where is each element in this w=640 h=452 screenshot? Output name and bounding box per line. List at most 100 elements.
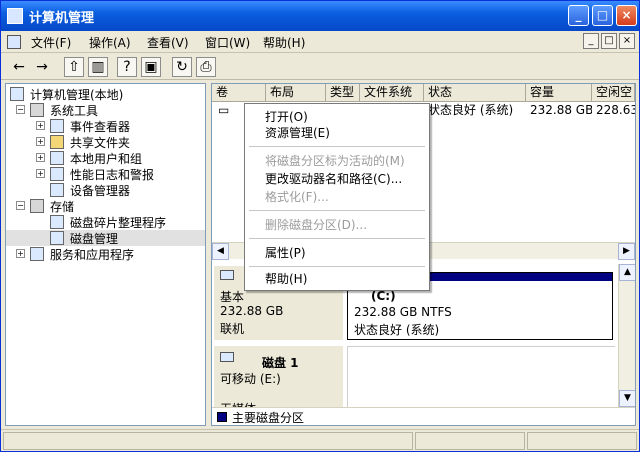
tree-performance-logs-label: 性能日志和警报 (70, 168, 155, 182)
context-delete-partition-item: 删除磁盘分区(D)... (265, 218, 368, 232)
menu-window[interactable]: 窗口(W) (205, 34, 250, 51)
removable-disk-icon (220, 352, 234, 362)
disk0-type: 基本 (220, 290, 245, 304)
tree-storage-label: 存储 (50, 200, 75, 214)
mdi-restore-button[interactable]: □ (601, 33, 617, 49)
tree-system-tools[interactable]: − 系统工具 (6, 102, 205, 118)
volume-free-space: 228.63 (596, 103, 635, 117)
computer-icon (10, 87, 24, 101)
partition-status: 状态良好 (系统) (354, 323, 440, 337)
expand-icon[interactable]: + (36, 137, 45, 146)
tree-local-users[interactable]: + 本地用户和组 (6, 150, 205, 166)
column-file-system-header[interactable]: 文件系统 (360, 84, 424, 102)
tree-defrag-label: 磁盘碎片整理程序 (70, 216, 167, 230)
tree-device-manager-label: 设备管理器 (70, 184, 131, 198)
window-title: 计算机管理 (29, 11, 95, 26)
back-icon[interactable]: ← (9, 57, 29, 77)
status-panel-main (3, 432, 413, 450)
scroll-up-button[interactable]: ▲ (619, 264, 635, 281)
column-status-header[interactable]: 状态 (424, 84, 526, 102)
partition-size: 232.88 GB NTFS (354, 305, 452, 319)
disk-icon (220, 270, 234, 280)
tree-system-tools-label: 系统工具 (50, 104, 99, 118)
legend-bar: 主要磁盘分区 (212, 407, 635, 425)
minimize-button[interactable]: _ (568, 5, 589, 26)
tree-defrag[interactable]: 磁盘碎片整理程序 (6, 214, 205, 230)
title-bar[interactable]: 计算机管理 _ □ × (1, 1, 639, 31)
column-layout-header[interactable]: 布局 (266, 84, 326, 102)
menu-view[interactable]: 查看(V) (147, 34, 189, 51)
column-free-space-header[interactable]: 空闲空 (592, 84, 635, 102)
context-separator (249, 210, 425, 211)
disk1-title: 磁盘 1 (262, 356, 299, 370)
expand-icon[interactable]: + (36, 121, 45, 130)
context-change-drive-letter-item[interactable]: 更改驱动器名和路径(C)... (265, 170, 402, 188)
context-properties-item[interactable]: 属性(P) (265, 244, 306, 262)
context-separator (249, 266, 425, 267)
tree-device-manager[interactable]: 设备管理器 (6, 182, 205, 198)
tree-performance-logs[interactable]: + 性能日志和警报 (6, 166, 205, 182)
performance-icon (50, 167, 64, 181)
help-icon[interactable]: ? (117, 57, 137, 77)
primary-partition-legend-label: 主要磁盘分区 (232, 411, 305, 425)
mdi-close-button[interactable]: × (619, 33, 635, 49)
status-bar (1, 429, 639, 451)
menu-help[interactable]: 帮助(H) (263, 34, 305, 51)
close-button[interactable]: × (616, 5, 637, 26)
vertical-scrollbar[interactable]: ▲ ▼ (618, 264, 635, 407)
properties-icon[interactable]: ▣ (141, 57, 161, 77)
toolbar: ← → ⇧ ▥ ? ▣ ↻ ⎙ (1, 54, 639, 80)
partition-name: (C:) (371, 289, 396, 303)
column-capacity-header[interactable]: 容量 (526, 84, 592, 102)
expand-icon[interactable]: + (16, 249, 25, 258)
mdi-minimize-button[interactable]: _ (583, 33, 599, 49)
tree-shared-folders-label: 共享文件夹 (70, 136, 131, 150)
tree-event-viewer-label: 事件查看器 (70, 120, 131, 134)
tree-event-viewer[interactable]: + 事件查看器 (6, 118, 205, 134)
context-explore-item[interactable]: 资源管理(E) (265, 124, 330, 142)
computer-management-icon (7, 8, 23, 24)
expand-icon[interactable]: + (36, 153, 45, 162)
disk0-size: 232.88 GB (220, 304, 284, 318)
volume-capacity: 232.88 GB (530, 103, 592, 117)
context-mark-active-item: 将磁盘分区标为活动的(M) (265, 154, 405, 168)
tree-shared-folders[interactable]: + 共享文件夹 (6, 134, 205, 150)
forward-icon[interactable]: → (32, 57, 52, 77)
defrag-icon (50, 215, 64, 229)
tree-local-users-label: 本地用户和组 (70, 152, 143, 166)
collapse-icon[interactable]: − (16, 105, 25, 114)
export-list-icon[interactable]: ⎙ (196, 57, 216, 77)
column-type-header[interactable]: 类型 (326, 84, 360, 102)
tree-services-label: 服务和应用程序 (50, 248, 135, 262)
disk-management-icon (50, 231, 64, 245)
event-viewer-icon (50, 119, 64, 133)
storage-icon (30, 199, 44, 213)
tree-root[interactable]: 计算机管理(本地) (6, 86, 205, 102)
context-help-item[interactable]: 帮助(H) (265, 270, 307, 288)
menu-bar: 文件(F) 操作(A) 查看(V) 窗口(W) 帮助(H) _ □ × (1, 31, 639, 53)
context-format-item: 格式化(F)... (265, 190, 329, 204)
scroll-right-button[interactable]: ▶ (618, 243, 635, 260)
scroll-left-button[interactable]: ◀ (212, 243, 229, 260)
partition-context-menu: 打开(O) 资源管理(E) 将磁盘分区标为活动的(M) 更改驱动器名和路径(C)… (244, 103, 430, 291)
users-icon (50, 151, 64, 165)
disk1-type: 可移动 (E:) (220, 372, 281, 386)
tree-disk-management[interactable]: 磁盘管理 (6, 230, 205, 246)
scroll-down-button[interactable]: ▼ (619, 390, 635, 407)
menu-action[interactable]: 操作(A) (89, 34, 131, 51)
tree-storage[interactable]: − 存储 (6, 198, 205, 214)
system-menu-icon[interactable] (7, 35, 21, 49)
column-volume-header[interactable]: 卷 (212, 84, 266, 102)
device-manager-icon (50, 183, 64, 197)
up-level-icon[interactable]: ⇧ (64, 57, 84, 77)
context-separator (249, 238, 425, 239)
collapse-icon[interactable]: − (16, 201, 25, 210)
maximize-button[interactable]: □ (592, 5, 613, 26)
expand-icon[interactable]: + (36, 169, 45, 178)
tree-services[interactable]: + 服务和应用程序 (6, 246, 205, 262)
menu-file[interactable]: 文件(F) (31, 34, 71, 51)
show-hide-tree-icon[interactable]: ▥ (88, 57, 108, 77)
tree-pane: 计算机管理(本地) − 系统工具 + 事件查看器 + 共享文件夹 + 本地用户和… (5, 83, 206, 426)
refresh-icon[interactable]: ↻ (172, 57, 192, 77)
status-panel-tertiary (527, 432, 637, 450)
